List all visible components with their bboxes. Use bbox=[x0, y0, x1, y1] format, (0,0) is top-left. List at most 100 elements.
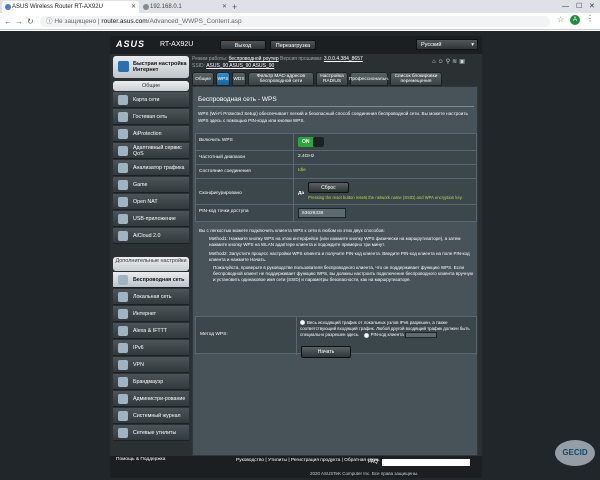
browser-chrome: ASUS Wireless Router RT-AX92U ✕ 192.168.… bbox=[0, 0, 600, 30]
sidebar-item-label: Сетевые утилиты bbox=[133, 429, 177, 436]
close-tab-icon[interactable]: ✕ bbox=[222, 1, 227, 13]
sidebar-item-label: Интернет bbox=[133, 310, 157, 317]
reset-button[interactable]: Сброс bbox=[308, 182, 349, 193]
advanced-item[interactable]: IPv6 bbox=[113, 340, 189, 356]
advanced-item[interactable]: Администри-рование bbox=[113, 391, 189, 407]
mode-label: Режим работы: bbox=[192, 56, 228, 62]
firmware-value[interactable]: 3.0.0.4.384_8657 bbox=[324, 56, 363, 62]
general-item[interactable]: AiCloud 2.0 bbox=[113, 228, 189, 244]
security-label: Не защищено bbox=[54, 18, 97, 25]
app-icon[interactable]: ▣ bbox=[459, 59, 467, 65]
content-tab[interactable]: WDS bbox=[232, 72, 246, 86]
reboot-button[interactable]: Перезагрузка bbox=[270, 40, 316, 50]
advanced-item[interactable]: Alexa & IFTTT bbox=[113, 323, 189, 339]
watermark-logo: GECID bbox=[555, 440, 595, 466]
general-item[interactable]: Game bbox=[113, 177, 189, 193]
router-model: RT-AX92U bbox=[160, 41, 194, 48]
general-item-icon bbox=[118, 163, 128, 173]
tab-title: ASUS Wireless Router RT-AX92U bbox=[12, 4, 103, 10]
wps-enable-row: Включить WPS ON bbox=[196, 134, 476, 151]
advanced-item-icon bbox=[118, 343, 128, 353]
close-tab-icon[interactable]: ✕ bbox=[131, 1, 136, 13]
row-label: Сконфигурировано bbox=[196, 179, 294, 204]
advanced-item[interactable]: Брандмауэр bbox=[113, 374, 189, 390]
general-item[interactable]: Open NAT bbox=[113, 194, 189, 210]
ap-pin-field[interactable]: 63629338 bbox=[298, 208, 346, 218]
browser-tab[interactable]: 192.168.0.1 ✕ bbox=[140, 1, 230, 13]
sidebar-item-label: Гостевая сеть bbox=[133, 113, 168, 120]
content-tab[interactable]: Фильтр MAC-адресов беспроводной сети bbox=[248, 72, 314, 86]
configured-row: Сконфигурировано Да Сброс Pressing the r… bbox=[196, 179, 476, 205]
back-icon[interactable]: ← bbox=[4, 16, 12, 27]
bookmark-star-icon[interactable]: ☆ bbox=[557, 15, 564, 24]
url-input[interactable]: ⓘ Не защищено | router.asus.com/Advanced… bbox=[40, 16, 550, 27]
browser-tab-active[interactable]: ASUS Wireless Router RT-AX92U ✕ bbox=[2, 1, 139, 13]
general-item[interactable]: USB-приложение bbox=[113, 211, 189, 227]
avatar[interactable]: A bbox=[570, 15, 580, 25]
title-divider bbox=[198, 106, 474, 107]
general-item-icon bbox=[118, 146, 128, 156]
page-title: Беспроводная сеть - WPS bbox=[198, 96, 277, 103]
client-pin-input[interactable] bbox=[404, 332, 437, 338]
router-header: ASUS RT-AX92U Выход Перезагрузка Русский… bbox=[110, 36, 482, 54]
general-item-icon bbox=[118, 112, 128, 122]
quick-setup-button[interactable]: Быстрая настройка Интернет bbox=[113, 56, 189, 78]
footer-links[interactable]: Руководство | Утилиты | Регистрация прод… bbox=[236, 458, 380, 464]
advanced-item-icon bbox=[118, 428, 128, 438]
wps-toggle[interactable]: ON bbox=[298, 137, 324, 147]
help-support[interactable]: Помощь & Поддержка bbox=[116, 457, 165, 463]
content-tab[interactable]: Список блокировки перемещения bbox=[390, 72, 442, 86]
close-window-icon[interactable]: ✕ bbox=[589, 1, 595, 13]
faq-search-input[interactable] bbox=[382, 459, 470, 466]
advanced-item[interactable]: Беспроводная сеть bbox=[113, 272, 189, 288]
chevron-down-icon: ▾ bbox=[471, 42, 474, 48]
advanced-item[interactable]: Интернет bbox=[113, 306, 189, 322]
general-item[interactable]: Анализатор трафика bbox=[113, 160, 189, 176]
content-tab[interactable]: Профессиональн. bbox=[349, 72, 389, 86]
advanced-item-icon bbox=[118, 411, 128, 421]
advanced-item-icon bbox=[118, 394, 128, 404]
sidebar-item-label: USB-приложение bbox=[133, 215, 176, 222]
sidebar-item-label: Беспроводная сеть bbox=[133, 276, 185, 283]
advanced-item[interactable]: Локальная сеть bbox=[113, 289, 189, 305]
general-item[interactable]: Адаптивный сервис QoS bbox=[113, 143, 189, 159]
radio-push-button[interactable] bbox=[300, 320, 305, 326]
language-select[interactable]: Русский ▾ bbox=[416, 39, 478, 50]
logout-button[interactable]: Выход bbox=[220, 40, 266, 50]
start-button[interactable]: Начать bbox=[301, 346, 351, 358]
wizard-icon bbox=[118, 61, 129, 72]
reload-icon[interactable]: ↻ bbox=[27, 16, 34, 27]
ssid-label: SSID: bbox=[192, 63, 206, 69]
general-item[interactable]: Карта сети bbox=[113, 92, 189, 108]
advanced-item[interactable]: VPN bbox=[113, 357, 189, 373]
sidebar-item-label: Game bbox=[133, 181, 148, 188]
general-item[interactable]: AiProtection bbox=[113, 126, 189, 142]
globe-icon bbox=[143, 4, 149, 10]
sidebar-item-label: Alexa & IFTTT bbox=[133, 327, 168, 334]
faq-label: FAQ bbox=[368, 459, 379, 465]
language-value: Русский bbox=[421, 42, 442, 48]
user-icon[interactable]: ☺ bbox=[438, 59, 446, 65]
instr-method1: Method1: Нажмите кнопку WPS на этом инте… bbox=[209, 236, 461, 248]
general-item[interactable]: Гостевая сеть bbox=[113, 109, 189, 125]
instr-intro: Вы с легкостью можете подключить клиента… bbox=[199, 228, 385, 233]
radio-client-pin[interactable] bbox=[363, 332, 369, 338]
status-row: Состояние соединения Idle bbox=[196, 165, 476, 179]
general-item-icon bbox=[118, 95, 128, 105]
content-tab[interactable]: Общие bbox=[192, 72, 214, 86]
forward-icon[interactable]: → bbox=[15, 16, 23, 27]
advanced-item[interactable]: Сетевые утилиты bbox=[113, 425, 189, 441]
advanced-item[interactable]: Системный журнал bbox=[113, 408, 189, 424]
advanced-item-icon bbox=[118, 326, 128, 336]
method-option-2: PIN-код клиента bbox=[370, 332, 404, 338]
maximize-icon[interactable]: ☐ bbox=[576, 1, 582, 13]
new-tab-icon[interactable]: + bbox=[232, 1, 237, 13]
content-tab[interactable]: Настройка RADIUS bbox=[316, 72, 348, 86]
sidebar-item-label: Open NAT bbox=[133, 198, 158, 205]
row-label: Состояние соединения bbox=[196, 165, 294, 178]
mode-value[interactable]: беспроводной роутер bbox=[229, 56, 279, 62]
kebab-menu-icon[interactable]: ⋮ bbox=[586, 14, 594, 23]
content-tab[interactable]: WPS bbox=[216, 72, 230, 86]
minimize-icon[interactable]: — bbox=[562, 1, 569, 13]
row-label: PIN-код точки доступа bbox=[196, 205, 294, 221]
